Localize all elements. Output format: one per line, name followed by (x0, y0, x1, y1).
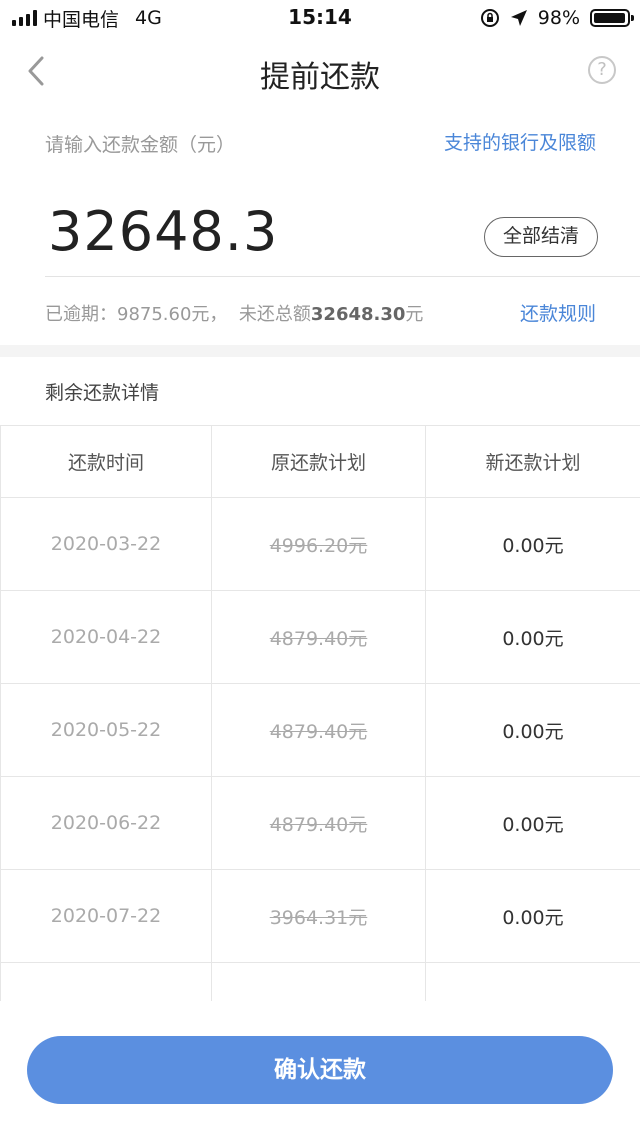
supported-banks-link[interactable]: 支持的银行及限额 (444, 128, 596, 155)
row-original-amount: 4879.40元 (212, 684, 426, 776)
status-right: 98% (480, 6, 634, 30)
header-new-plan: 新还款计划 (485, 452, 581, 474)
row-new-amount: 0.00元 (502, 534, 564, 557)
section-gap (0, 345, 640, 357)
divider (45, 276, 640, 277)
row-original-amount: 4879.40元 (212, 777, 426, 869)
pay-off-all-button[interactable]: 全部结清 (484, 217, 598, 257)
page-title: 提前还款 (260, 60, 380, 95)
row-new-amount: 0.00元 (502, 720, 564, 743)
repayment-amount-input[interactable]: 32648.3 (48, 200, 278, 263)
row-date: 2020-04-22 (0, 591, 212, 683)
overdue-value: 9875.60元， (117, 304, 228, 325)
row-date: 2020-06-22 (0, 777, 212, 869)
repayment-schedule-table: 还款时间 原还款计划 新还款计划 2020-03-22 4996.20元 0.0… (0, 425, 640, 1001)
overdue-label: 已逾期： (45, 304, 117, 325)
header-original-plan: 原还款计划 (212, 426, 426, 497)
table-row: 2020-04-22 4879.40元 0.00元 (0, 591, 640, 684)
orientation-lock-icon (480, 9, 499, 27)
row-new-amount: 0.00元 (502, 627, 564, 650)
row-date: 2020-07-22 (0, 870, 212, 962)
location-arrow-icon (510, 10, 527, 26)
table-header-row: 还款时间 原还款计划 新还款计划 (0, 425, 640, 498)
nav-bar: 提前还款 ? (0, 36, 640, 106)
table-row: 2020-07-22 3964.31元 0.00元 (0, 870, 640, 963)
repayment-rules-link[interactable]: 还款规则 (520, 299, 596, 326)
table-row: 2020-03-22 4996.20元 0.00元 (0, 498, 640, 591)
outstanding-label: 未还总额 (238, 304, 311, 325)
amount-label: 请输入还款金额（元） (45, 134, 236, 156)
row-date: 2020-03-22 (0, 498, 212, 590)
row-original-amount: 4996.20元 (212, 498, 426, 590)
row-original-amount: 4879.40元 (212, 591, 426, 683)
row-new-amount: 0.00元 (502, 906, 564, 929)
outstanding-value: 32648.30 (310, 304, 406, 325)
help-icon[interactable]: ? (588, 56, 616, 84)
table-row: 2020-08-22 3536.00元 0.00元 (0, 963, 640, 1001)
battery-icon (590, 9, 634, 27)
row-new-amount: 0.00元 (426, 963, 640, 1002)
table-row: 2020-06-22 4879.40元 0.00元 (0, 777, 640, 870)
row-date: 2020-08-22 (0, 963, 212, 1001)
confirm-repayment-button[interactable]: 确认还款 (27, 1036, 613, 1104)
battery-percent: 98% (537, 7, 580, 29)
row-date: 2020-05-22 (0, 684, 212, 776)
header-date: 还款时间 (0, 426, 212, 497)
remaining-details-title: 剩余还款详情 (45, 382, 160, 404)
table-row: 2020-05-22 4879.40元 0.00元 (0, 684, 640, 777)
repayment-summary: 已逾期：9875.60元， 未还总额32648.30元 (45, 300, 423, 326)
row-new-amount: 0.00元 (502, 813, 564, 836)
row-original-amount: 3964.31元 (212, 870, 426, 962)
status-bar: 中国电信 4G 15:14 98% (0, 0, 640, 36)
row-original-amount: 3536.00元 (212, 963, 426, 1001)
outstanding-unit: 元 (405, 304, 424, 325)
